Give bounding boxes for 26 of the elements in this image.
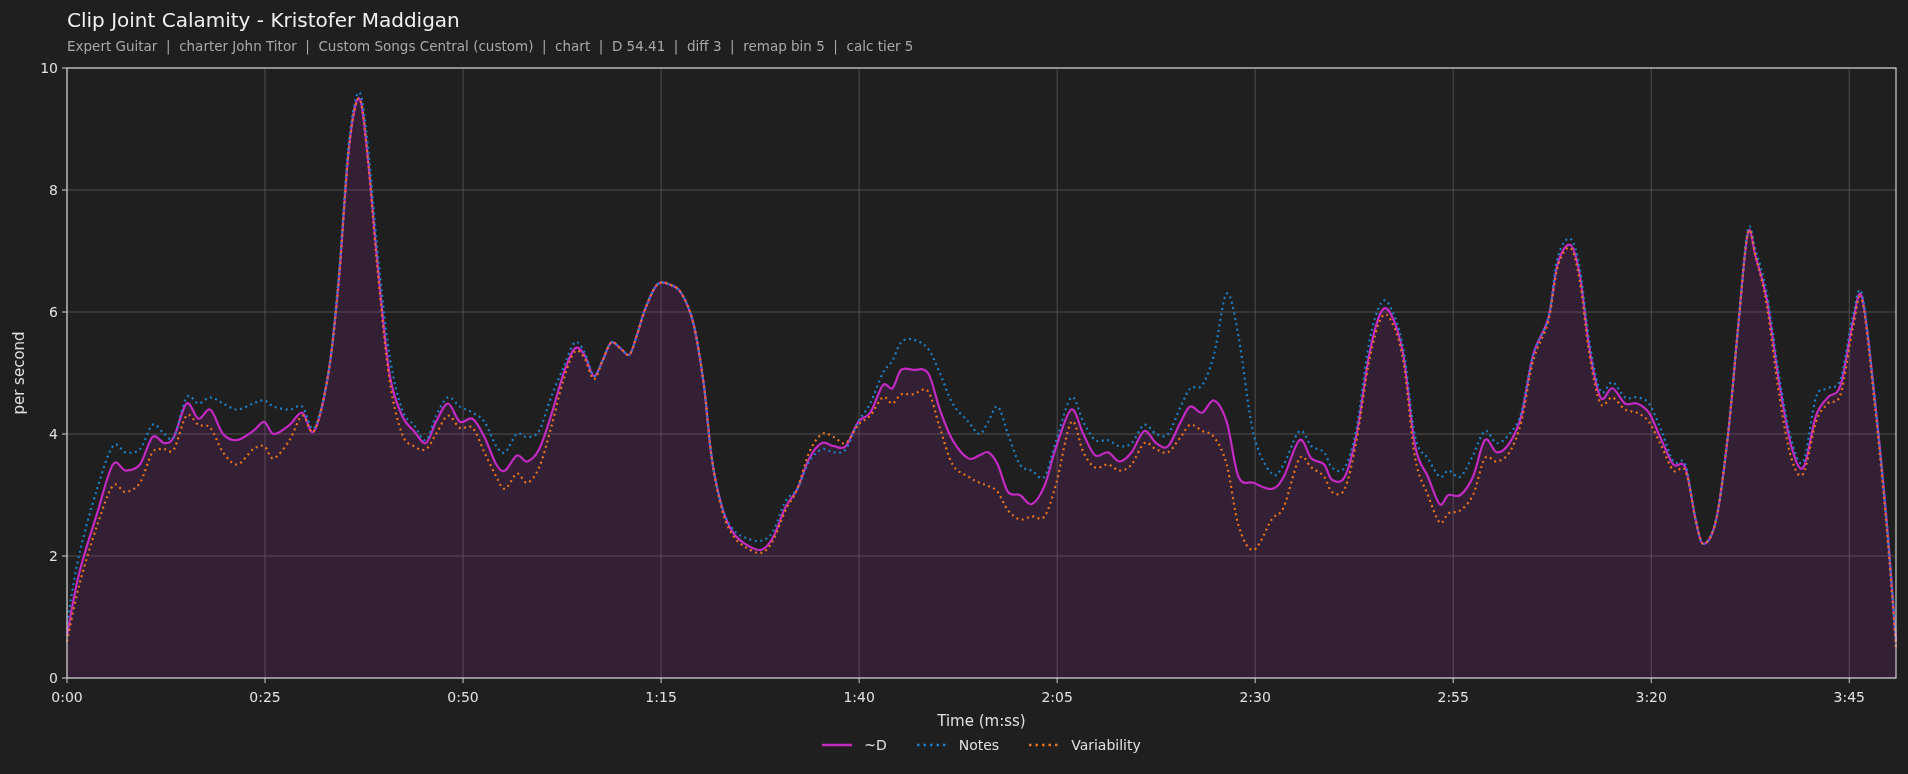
x-tick-label: 2:05: [1041, 689, 1073, 705]
y-tick-label: 6: [49, 304, 58, 320]
legend-line-icon: [1029, 743, 1060, 747]
y-tick-label: 10: [40, 62, 58, 76]
legend-label: Variability: [1071, 737, 1141, 753]
y-tick-label: 0: [49, 670, 58, 686]
legend-label: ~D: [864, 737, 887, 753]
x-tick-label: 2:55: [1437, 689, 1469, 705]
x-tick-label: 0:00: [51, 689, 83, 705]
y-tick-label: 2: [49, 548, 58, 564]
legend-line-icon: [822, 743, 853, 747]
x-tick-label: 0:25: [249, 689, 281, 705]
y-tick-label: 4: [49, 426, 58, 442]
y-axis-label: per second: [10, 331, 28, 415]
x-axis-label: Time (m:ss): [937, 712, 1026, 730]
chart-subtitle: Expert Guitar | charter John Titor | Custom Songs Central (custom) | chart | D 54.41 | diff 3 | remap bin 5 | calc tier 5: [67, 37, 915, 55]
x-tick-label: 3:20: [1635, 689, 1667, 705]
chart-title: Clip Joint Calamity - Kristofer Maddigan: [67, 8, 461, 32]
x-tick-label: 0:50: [447, 689, 479, 705]
y-tick-label: 8: [49, 182, 58, 198]
x-tick-label: 2:30: [1239, 689, 1271, 705]
x-tick-label: 3:45: [1833, 689, 1865, 705]
x-tick-label: 1:15: [645, 689, 677, 705]
x-tick-label: 1:40: [843, 689, 875, 705]
legend-line-icon: [916, 743, 947, 747]
legend-label: Notes: [958, 737, 1000, 753]
